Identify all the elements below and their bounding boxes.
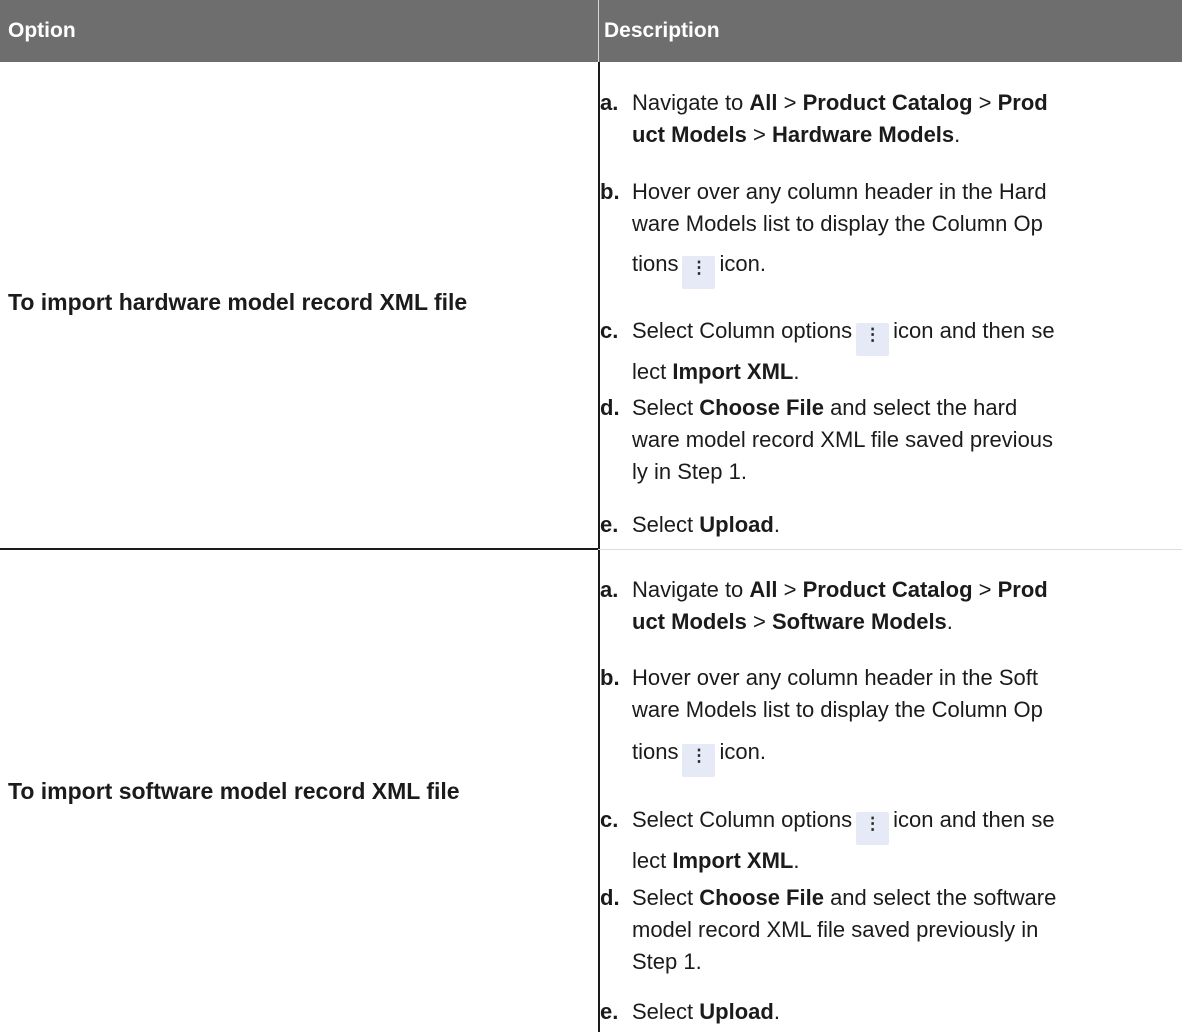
step-text: Select Column options <box>632 807 853 832</box>
menu-all: All <box>749 577 778 602</box>
step-text: Select <box>632 885 700 910</box>
step-marker: e. <box>600 512 619 537</box>
option-hardware: To import hardware model record XML file <box>8 289 468 315</box>
step-d: d. Select Choose File and select the soft… <box>600 882 1170 978</box>
header-description: Description <box>604 19 720 42</box>
step-c: c. Select Column options ⋮ icon and then se… <box>600 315 1170 388</box>
row-divider-right <box>598 549 1182 550</box>
step-text: Navigate to <box>632 90 750 115</box>
separator: > <box>777 577 803 602</box>
step-marker: a. <box>600 90 619 115</box>
step-marker: b. <box>600 665 620 690</box>
step-text: model record XML file saved previously i… <box>632 917 1039 942</box>
step-text: Select <box>632 512 700 537</box>
menu-hardware-models: Hardware Models <box>771 122 955 147</box>
step-e: e. Select Upload. <box>600 509 1170 541</box>
step-text: and select the software <box>823 885 1057 910</box>
menu-software-models: Software Models <box>771 609 947 634</box>
step-text: ly in Step 1. <box>632 459 747 484</box>
import-xml-label: Import XML <box>672 848 794 873</box>
header-divider <box>598 0 599 62</box>
upload-label: Upload <box>699 512 774 537</box>
step-text: . <box>954 122 961 147</box>
step-marker: c. <box>600 318 619 343</box>
step-text: . <box>773 999 780 1024</box>
header-option: Option <box>8 19 76 42</box>
step-text: ware Models list to display the Column O… <box>632 211 1043 236</box>
menu-product-models: Prod <box>997 90 1048 115</box>
row-divider <box>0 548 598 550</box>
step-text: . <box>793 848 800 873</box>
step-text: icon. <box>719 251 766 276</box>
column-options-icon: ⋮ <box>682 256 716 289</box>
separator: > <box>972 90 998 115</box>
choose-file-label: Choose File <box>699 395 824 420</box>
separator: > <box>746 609 772 634</box>
menu-product-models: uct Models <box>632 122 747 147</box>
step-text: Select <box>632 999 700 1024</box>
step-text: icon. <box>719 739 766 764</box>
separator: > <box>777 90 803 115</box>
step-text: Select Column options <box>632 318 853 343</box>
step-marker: e. <box>600 999 619 1024</box>
step-marker: d. <box>600 395 620 420</box>
step-text: Navigate to <box>632 577 750 602</box>
import-xml-label: Import XML <box>672 359 794 384</box>
step-marker: b. <box>600 179 620 204</box>
menu-product-models: uct Models <box>632 609 747 634</box>
step-e: e. Select Upload. <box>600 996 1170 1028</box>
step-a: a. Navigate to All > Product Catalog > Pr… <box>600 87 1170 151</box>
step-text: icon and then se <box>893 318 1055 343</box>
step-text: . <box>946 609 953 634</box>
step-text: icon and then se <box>893 807 1055 832</box>
column-options-icon: ⋮ <box>856 323 890 356</box>
step-b: b. Hover over any column header in the So… <box>600 662 1170 777</box>
step-text: Select <box>632 395 700 420</box>
step-text: tions <box>632 739 679 764</box>
column-options-icon: ⋮ <box>682 744 716 777</box>
step-text: Hover over any column header in the Soft <box>632 665 1039 690</box>
menu-all: All <box>749 90 778 115</box>
step-text: ware model record XML file saved previou… <box>632 427 1054 452</box>
step-a: a. Navigate to All > Product Catalog > Pr… <box>600 574 1170 638</box>
step-text: ware Models list to display the Column O… <box>632 697 1043 722</box>
step-text: tions <box>632 251 679 276</box>
step-marker: d. <box>600 885 620 910</box>
step-text: lect <box>632 848 673 873</box>
step-text: Step 1. <box>632 949 702 974</box>
step-text: lect <box>632 359 673 384</box>
step-marker: a. <box>600 577 619 602</box>
choose-file-label: Choose File <box>699 885 824 910</box>
step-text: . <box>773 512 780 537</box>
step-d: d. Select Choose File and select the hard… <box>600 392 1170 488</box>
separator: > <box>746 122 772 147</box>
separator: > <box>972 577 998 602</box>
step-text: and select the hard <box>823 395 1018 420</box>
step-text: Hover over any column header in the Hard <box>632 179 1047 204</box>
step-b: b. Hover over any column header in the Ha… <box>600 176 1170 289</box>
menu-product-catalog: Product Catalog <box>802 90 973 115</box>
step-marker: c. <box>600 807 619 832</box>
menu-product-catalog: Product Catalog <box>802 577 973 602</box>
column-options-icon: ⋮ <box>856 812 890 845</box>
step-text: . <box>793 359 800 384</box>
menu-product-models: Prod <box>997 577 1048 602</box>
upload-label: Upload <box>699 999 774 1024</box>
table-header: Option Description <box>0 0 1182 62</box>
step-c: c. Select Column options ⋮ icon and then se… <box>600 804 1170 877</box>
option-software: To import software model record XML file <box>8 778 460 804</box>
